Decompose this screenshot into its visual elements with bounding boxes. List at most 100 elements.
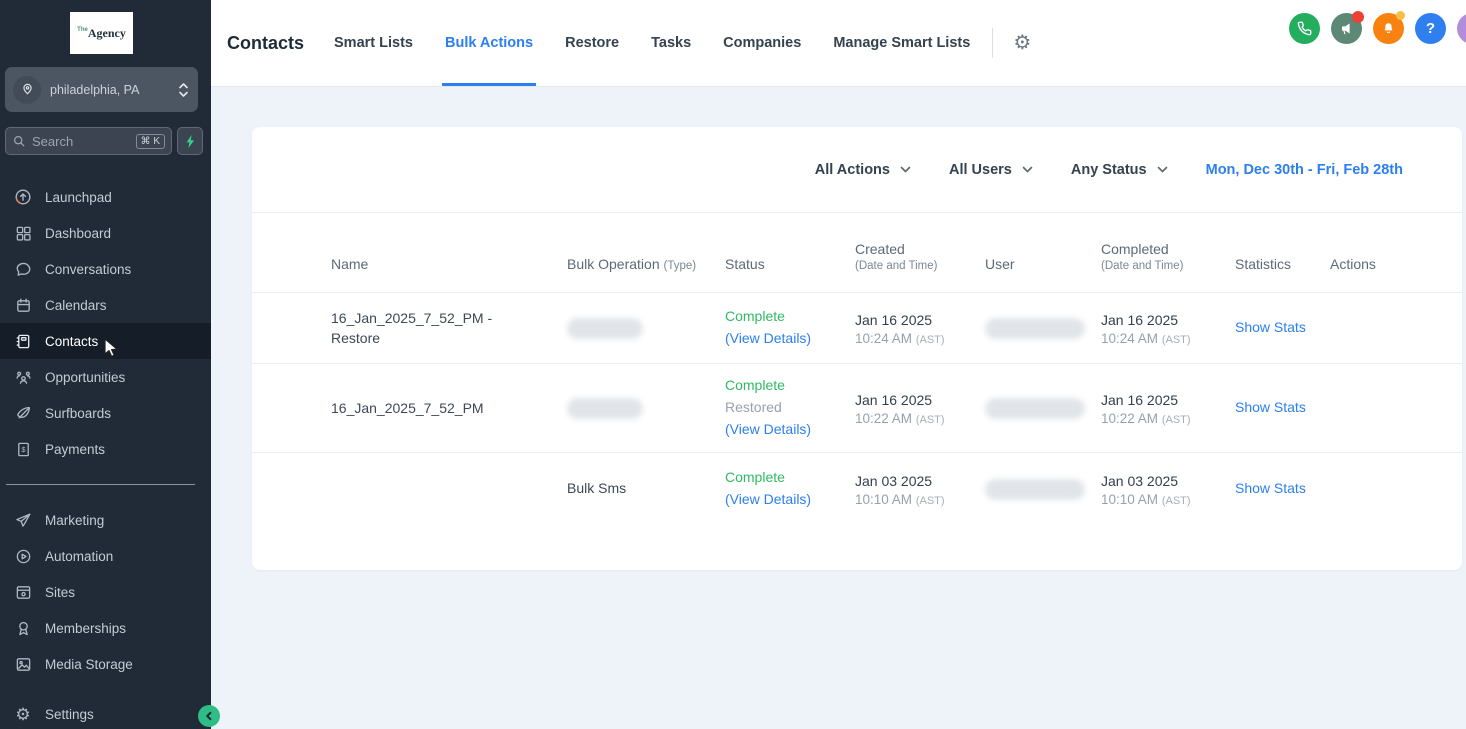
tab-bulk-actions[interactable]: Bulk Actions — [445, 0, 533, 86]
sidebar-item-media-storage[interactable]: Media Storage — [0, 646, 211, 682]
show-stats-link[interactable]: Show Stats — [1235, 480, 1306, 496]
sidebar-item-calendars[interactable]: Calendars — [0, 287, 211, 323]
all-actions-dropdown[interactable]: All Actions — [815, 162, 911, 178]
tab-bar: Smart Lists Bulk Actions Restore Tasks C… — [334, 0, 970, 86]
time-text: 10:22 AM — [855, 411, 912, 426]
sidebar-collapse-button[interactable] — [198, 705, 220, 727]
tab-restore[interactable]: Restore — [565, 0, 619, 86]
avatar[interactable]: A — [1457, 13, 1466, 44]
notifications-button[interactable] — [1373, 13, 1404, 44]
logo-text: Agency — [88, 26, 126, 41]
sidebar-item-surfboards[interactable]: Surfboards — [0, 395, 211, 431]
redacted-user — [985, 398, 1085, 419]
created-date: Jan 16 2025 — [855, 390, 985, 411]
all-users-label: All Users — [949, 162, 1012, 178]
lightning-bolt-icon — [185, 134, 196, 149]
tab-tasks[interactable]: Tasks — [651, 0, 691, 86]
redacted-operation — [567, 318, 643, 339]
redacted-operation — [567, 398, 643, 419]
status-note: Restored — [725, 397, 855, 419]
quick-actions-button[interactable] — [177, 127, 203, 155]
contacts-settings-gear-icon[interactable]: ⚙ — [1013, 33, 1031, 53]
sidebar-item-contacts[interactable]: Contacts — [0, 323, 211, 359]
sidebar-item-settings[interactable]: ⚙ Settings — [0, 696, 211, 729]
sidebar-item-label: Calendars — [45, 298, 107, 313]
location-pin-icon — [13, 76, 41, 104]
sidebar-nav: Launchpad Dashboard Conversations Calend… — [0, 179, 211, 682]
view-details-link[interactable]: (View Details) — [725, 328, 855, 350]
opportunities-icon — [14, 368, 32, 386]
col-header-status: Status — [725, 256, 855, 272]
tab-manage-smart-lists[interactable]: Manage Smart Lists — [833, 0, 970, 86]
sidebar-item-conversations[interactable]: Conversations — [0, 251, 211, 287]
sidebar-item-launchpad[interactable]: Launchpad — [0, 179, 211, 215]
col-header-sub: (Type) — [664, 260, 697, 272]
sidebar-item-label: Memberships — [45, 621, 126, 636]
sidebar-settings-wrap: ⚙ Settings — [0, 696, 211, 729]
any-status-dropdown[interactable]: Any Status — [1071, 162, 1168, 178]
sidebar-item-label: Automation — [45, 549, 113, 564]
sidebar-item-marketing[interactable]: Marketing — [0, 502, 211, 538]
row-completed: Jan 16 2025 10:24 AM (AST) — [1101, 310, 1235, 346]
payments-icon: $ — [14, 440, 32, 458]
announcements-button[interactable] — [1331, 13, 1362, 44]
created-time: 10:24 AM (AST) — [855, 331, 985, 346]
created-date: Jan 03 2025 — [855, 471, 985, 492]
sidebar-item-sites[interactable]: Sites — [0, 574, 211, 610]
sidebar-item-label: Settings — [45, 707, 94, 722]
col-header-sub: (Date and Time) — [855, 260, 985, 272]
surfboards-icon — [14, 404, 32, 422]
tab-label: Tasks — [651, 35, 691, 51]
sidebar-divider — [6, 484, 195, 485]
view-details-link[interactable]: (View Details) — [725, 489, 855, 511]
time-text: 10:22 AM — [1101, 411, 1158, 426]
marketing-icon — [14, 511, 32, 529]
status-text: Complete — [725, 375, 855, 397]
created-time: 10:10 AM (AST) — [855, 492, 985, 507]
tab-companies[interactable]: Companies — [723, 0, 801, 86]
table-row: Bulk Sms Complete (View Details) Jan 03 … — [252, 452, 1462, 525]
col-header-sub: (Date and Time) — [1101, 260, 1235, 272]
gear-icon: ⚙ — [14, 705, 32, 723]
tab-smart-lists[interactable]: Smart Lists — [334, 0, 413, 86]
memberships-icon — [14, 619, 32, 637]
location-switcher[interactable]: philadelphia, PA — [5, 67, 198, 112]
sidebar-item-dashboard[interactable]: Dashboard — [0, 215, 211, 251]
tab-label: Manage Smart Lists — [833, 35, 970, 51]
row-status: Complete (View Details) — [725, 467, 855, 510]
search-input[interactable]: Search ⌘ K — [5, 127, 172, 155]
launchpad-icon — [14, 188, 32, 206]
row-created: Jan 16 2025 10:22 AM (AST) — [855, 390, 985, 426]
row-created: Jan 03 2025 10:10 AM (AST) — [855, 471, 985, 507]
completed-date: Jan 16 2025 — [1101, 390, 1235, 411]
notification-dot-red — [1352, 11, 1364, 23]
show-stats-link[interactable]: Show Stats — [1235, 319, 1306, 335]
tab-label: Companies — [723, 35, 801, 51]
all-users-dropdown[interactable]: All Users — [949, 162, 1033, 178]
sidebar-item-payments[interactable]: $ Payments — [0, 431, 211, 467]
sidebar-item-label: Contacts — [45, 334, 98, 349]
app-screen: TheAgency philadelphia, PA Search ⌘ K — [0, 0, 1466, 729]
phone-button[interactable] — [1289, 13, 1320, 44]
view-details-link[interactable]: (View Details) — [725, 419, 855, 441]
sidebar-item-opportunities[interactable]: Opportunities — [0, 359, 211, 395]
automation-icon — [14, 547, 32, 565]
created-date: Jan 16 2025 — [855, 310, 985, 331]
show-stats-link[interactable]: Show Stats — [1235, 399, 1306, 415]
sidebar-item-memberships[interactable]: Memberships — [0, 610, 211, 646]
completed-time: 10:24 AM (AST) — [1101, 331, 1235, 346]
tab-divider — [992, 28, 993, 58]
table-row: 16_Jan_2025_7_52_PM Complete Restored (V… — [252, 363, 1462, 452]
main-content: All Actions All Users Any Status Mon, De… — [211, 87, 1466, 729]
row-user — [985, 479, 1101, 500]
sidebar-item-automation[interactable]: Automation — [0, 538, 211, 574]
completed-time: 10:22 AM (AST) — [1101, 411, 1235, 426]
sidebar-item-label: Launchpad — [45, 190, 112, 205]
help-button[interactable]: ? — [1415, 13, 1446, 44]
calendars-icon — [14, 296, 32, 314]
notification-dot-amber — [1396, 11, 1405, 20]
sidebar-item-label: Opportunities — [45, 370, 125, 385]
tab-label: Bulk Actions — [445, 35, 533, 51]
date-range-picker[interactable]: Mon, Dec 30th - Fri, Feb 28th — [1206, 162, 1403, 178]
row-user — [985, 398, 1101, 419]
